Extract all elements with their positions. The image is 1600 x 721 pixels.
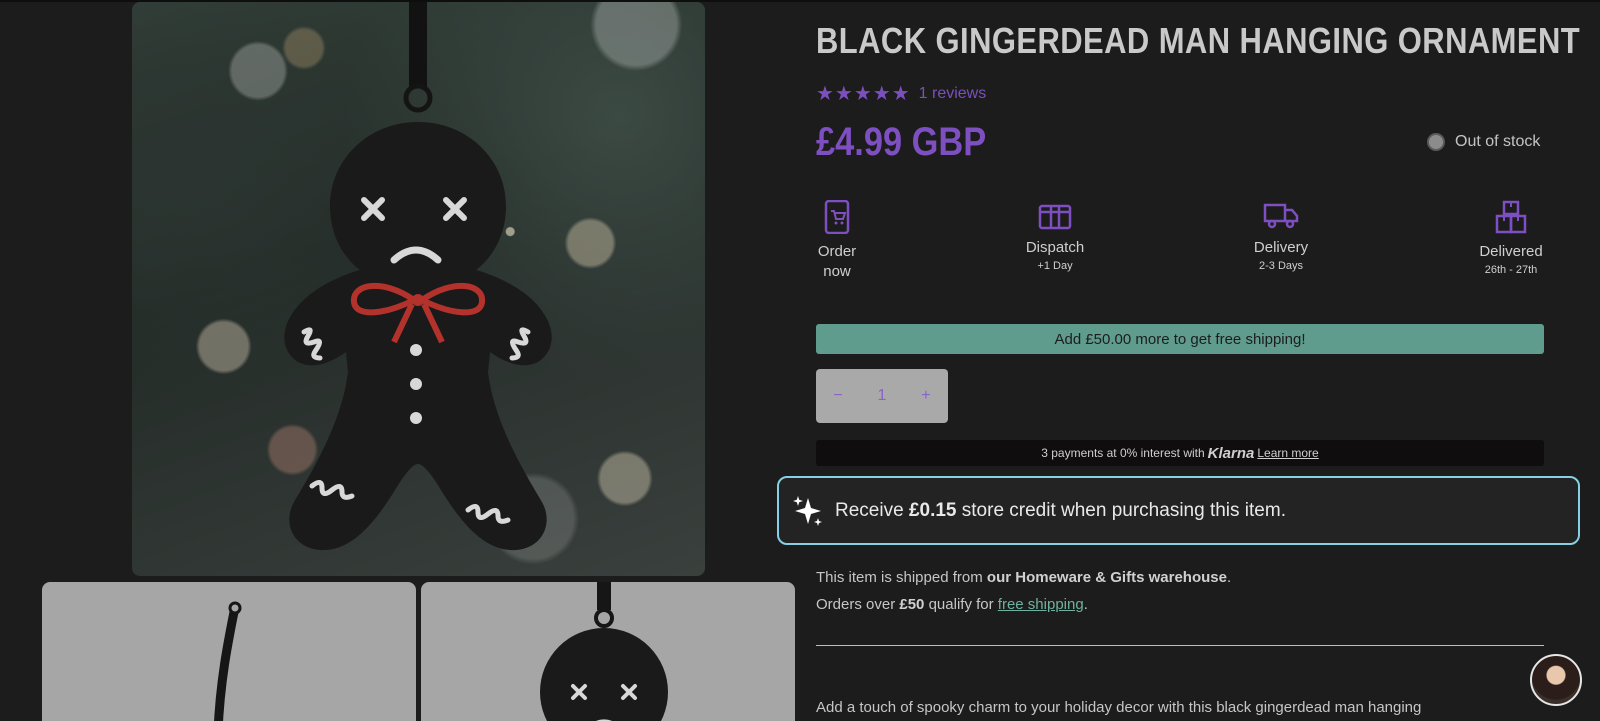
credit-amount: £0.15 xyxy=(908,499,957,521)
ship-line1-prefix: This item is shipped from xyxy=(816,569,983,586)
step-label: Dispatch xyxy=(1025,239,1085,256)
divider xyxy=(816,645,1544,646)
credit-prefix: Receive xyxy=(835,499,904,521)
stock-indicator-icon xyxy=(1427,133,1445,151)
free-shipping-progress-bar: Add £50.00 more to get free shipping! xyxy=(816,324,1544,354)
ship-line2-suffix: . xyxy=(1083,596,1088,613)
step-label: Delivered xyxy=(1479,243,1543,260)
delivery-step-delivery: Delivery 2-3 Days xyxy=(1221,200,1341,272)
ship-line2-prefix: Orders over xyxy=(816,596,896,613)
product-thumbnail-2[interactable] xyxy=(421,582,795,721)
klarna-logo: Klarna xyxy=(1207,444,1255,462)
step-sub: 2-3 Days xyxy=(1258,260,1304,272)
ship-line2-mid: qualify for xyxy=(928,596,994,613)
box-icon xyxy=(1038,204,1072,230)
warehouse-name: our Homeware & Gifts warehouse xyxy=(986,569,1227,586)
packages-icon xyxy=(1495,200,1527,234)
quantity-decrease-button[interactable]: − xyxy=(833,387,842,405)
klarna-banner: 3 payments at 0% interest with Klarna Le… xyxy=(816,440,1544,466)
step-sub: 26th - 27th xyxy=(1484,264,1538,276)
stock-status: Out of stock xyxy=(1427,133,1540,151)
product-price: £4.99 GBP xyxy=(816,120,987,164)
reviews-link[interactable]: 1 reviews xyxy=(919,85,987,103)
shipping-origin-line: This item is shipped from our Homeware &… xyxy=(816,564,1231,591)
delivery-step-delivered: Delivered 26th - 27th xyxy=(1451,200,1571,276)
phone-cart-icon xyxy=(824,200,850,234)
quantity-value[interactable]: 1 xyxy=(878,387,887,405)
klarna-text: 3 payments at 0% interest with xyxy=(1041,446,1205,460)
delivery-step-order: Order now xyxy=(777,200,897,282)
store-credit-text: Receive £0.15 store credit when purchasi… xyxy=(835,500,1286,522)
quantity-stepper[interactable]: − 1 + xyxy=(816,369,948,423)
product-description: Add a touch of spooky charm to your holi… xyxy=(816,699,1422,716)
product-thumbnail-1[interactable] xyxy=(42,582,416,721)
ornament-front-view xyxy=(540,582,668,721)
truck-icon xyxy=(1263,203,1299,229)
step-label: Order now xyxy=(817,243,857,280)
step-sub: +1 Day xyxy=(1037,260,1073,272)
step-label: Delivery xyxy=(1253,239,1309,256)
store-credit-banner: Receive £0.15 store credit when purchasi… xyxy=(777,476,1580,545)
ribbon-side-view xyxy=(214,601,242,721)
threshold-amount: £50 xyxy=(899,596,925,613)
product-main-image[interactable] xyxy=(132,2,705,576)
rating[interactable]: ★★★★★ 1 reviews xyxy=(816,81,986,106)
gingerbread-ornament-illustration xyxy=(284,2,552,551)
shipping-info: This item is shipped from our Homeware &… xyxy=(816,564,1231,618)
klarna-learn-more-link[interactable]: Learn more xyxy=(1257,446,1318,460)
delivery-step-dispatch: Dispatch +1 Day xyxy=(995,200,1115,272)
chat-avatar-button[interactable] xyxy=(1530,654,1582,706)
free-shipping-link[interactable]: free shipping xyxy=(998,596,1084,613)
ship-line1-suffix: . xyxy=(1226,569,1232,586)
sparkles-icon xyxy=(793,495,822,526)
product-title: BLACK GINGERDEAD MAN HANGING ORNAMENT xyxy=(816,20,1581,61)
quantity-increase-button[interactable]: + xyxy=(921,387,930,405)
free-shipping-line: Orders over £50 qualify for free shippin… xyxy=(816,591,1231,618)
stock-status-text: Out of stock xyxy=(1455,133,1541,150)
credit-suffix: store credit when purchasing this item. xyxy=(961,499,1286,521)
rating-stars-icon: ★★★★★ xyxy=(816,83,911,105)
